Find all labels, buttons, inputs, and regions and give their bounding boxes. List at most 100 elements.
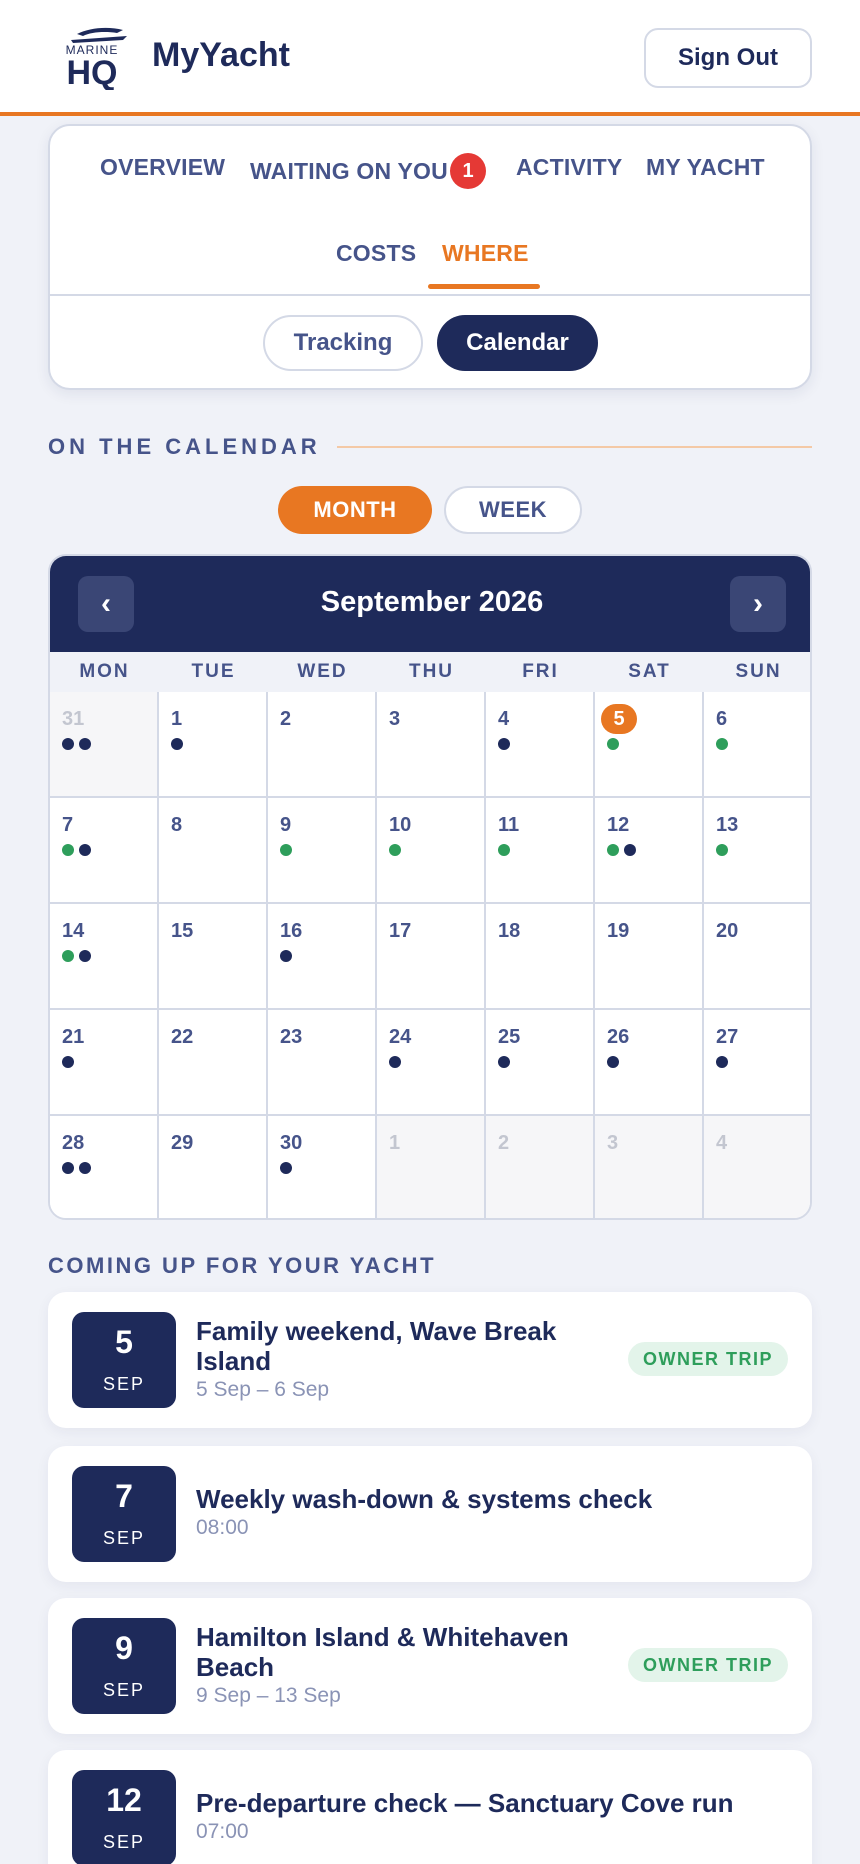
event-dots: [498, 738, 510, 750]
calendar-toggle-button[interactable]: Calendar: [437, 315, 598, 371]
event-title: Hamilton Island & Whitehaven: [196, 1622, 569, 1652]
calendar-day-cell[interactable]: 23: [268, 1010, 377, 1116]
tab-waiting-on-you[interactable]: WAITING ON YOU: [250, 158, 448, 185]
tab-where[interactable]: WHERE: [442, 240, 529, 267]
day-number: 2: [280, 708, 292, 730]
owner-trip-dot: [607, 844, 619, 856]
calendar-day-cell[interactable]: 1: [377, 1116, 486, 1218]
event-dots: [62, 844, 91, 856]
calendar-day-cell[interactable]: 28: [50, 1116, 159, 1218]
service-event-dot: [62, 738, 74, 750]
calendar-day-cell[interactable]: 4: [704, 1116, 810, 1218]
calendar-day-cell[interactable]: 25: [486, 1010, 595, 1116]
weekday-header-row: MON TUE WED THU FRI SAT SUN: [50, 652, 810, 692]
calendar-day-cell[interactable]: 31: [50, 692, 159, 798]
calendar-day-cell[interactable]: 4: [486, 692, 595, 798]
day-number: 8: [171, 814, 183, 836]
tab-my-yacht[interactable]: MY YACHT: [646, 154, 765, 181]
calendar-day-cell[interactable]: 2: [486, 1116, 595, 1218]
calendar-day-cell[interactable]: 26: [595, 1010, 704, 1116]
calendar-month-title: September 2026: [320, 586, 544, 618]
day-number: 18: [498, 920, 521, 942]
owner-trip-badge: OWNER TRIP: [628, 1342, 788, 1376]
week-view-button[interactable]: WEEK: [444, 486, 582, 534]
event-day: 5: [115, 1324, 133, 1360]
calendar-day-cell[interactable]: 8: [159, 798, 268, 904]
day-number: 3: [607, 1132, 619, 1154]
service-event-dot: [79, 738, 91, 750]
waiting-count-badge: 1: [450, 153, 486, 189]
calendar-day-cell[interactable]: 27: [704, 1010, 810, 1116]
sign-out-button[interactable]: Sign Out: [644, 28, 812, 88]
section-divider-line: [337, 446, 812, 448]
calendar-day-cell[interactable]: 6: [704, 692, 810, 798]
day-number: 17: [389, 920, 412, 942]
event-dots: [171, 738, 183, 750]
calendar-day-cell[interactable]: 12: [595, 798, 704, 904]
event-card[interactable]: 7 SEP Weekly wash-down & systems check 0…: [48, 1446, 812, 1582]
event-day: 7: [115, 1478, 133, 1514]
event-day: 9: [115, 1630, 133, 1666]
calendar-day-cell[interactable]: 5: [595, 692, 704, 798]
day-number: 3: [389, 708, 401, 730]
event-card[interactable]: 5 SEP Family weekend, Wave Break Island …: [48, 1292, 812, 1428]
service-event-dot: [498, 738, 510, 750]
event-title-line-2: Island: [196, 1346, 272, 1376]
calendar-day-cell[interactable]: 18: [486, 904, 595, 1010]
day-number: 1: [389, 1132, 401, 1154]
calendar-day-cell[interactable]: 1: [159, 692, 268, 798]
event-card[interactable]: 12 SEP Pre-departure check — Sanctuary C…: [48, 1750, 812, 1864]
calendar-day-cell[interactable]: 16: [268, 904, 377, 1010]
service-event-dot: [389, 1056, 401, 1068]
event-card[interactable]: 9 SEP Hamilton Island & Whitehaven Beach…: [48, 1598, 812, 1734]
calendar-day-cell[interactable]: 2: [268, 692, 377, 798]
tracking-toggle-button[interactable]: Tracking: [263, 315, 423, 371]
owner-trip-dot: [62, 950, 74, 962]
app-header: MARINE HQ MyYacht Sign Out: [0, 0, 860, 116]
service-event-dot: [79, 844, 91, 856]
event-dots: [498, 844, 510, 856]
day-number: 15: [171, 920, 194, 942]
service-event-dot: [624, 844, 636, 856]
event-month: SEP: [102, 1374, 146, 1394]
calendar-day-cell[interactable]: 30: [268, 1116, 377, 1218]
month-view-button[interactable]: MONTH: [278, 486, 432, 534]
day-number: 10: [389, 814, 412, 836]
tab-costs[interactable]: COSTS: [336, 240, 416, 267]
calendar-day-cell[interactable]: 3: [377, 692, 486, 798]
month-calendar: ‹ September 2026 › MON TUE WED THU FRI S…: [48, 554, 812, 1220]
day-number: 23: [280, 1026, 303, 1048]
calendar-day-cell[interactable]: 3: [595, 1116, 704, 1218]
event-title-line-2: Beach: [196, 1652, 275, 1682]
calendar-day-cell[interactable]: 13: [704, 798, 810, 904]
service-event-dot: [280, 950, 292, 962]
calendar-day-cell[interactable]: 15: [159, 904, 268, 1010]
calendar-day-cell[interactable]: 19: [595, 904, 704, 1010]
calendar-day-cell[interactable]: 9: [268, 798, 377, 904]
event-dots: [62, 1056, 74, 1068]
calendar-day-cell[interactable]: 29: [159, 1116, 268, 1218]
calendar-day-cell[interactable]: 20: [704, 904, 810, 1010]
owner-trip-dot: [607, 738, 619, 750]
calendar-day-cell[interactable]: 24: [377, 1010, 486, 1116]
today-day-number: 5: [601, 704, 637, 734]
calendar-day-cell[interactable]: 17: [377, 904, 486, 1010]
calendar-day-cell[interactable]: 7: [50, 798, 159, 904]
app-title: MyYacht: [152, 36, 290, 74]
day-number: 24: [389, 1026, 412, 1048]
day-number: 27: [716, 1026, 739, 1048]
day-number: 1: [171, 708, 183, 730]
next-month-button[interactable]: ›: [730, 576, 786, 632]
calendar-day-cell[interactable]: 21: [50, 1010, 159, 1116]
service-event-dot: [716, 1056, 728, 1068]
calendar-day-cell[interactable]: 11: [486, 798, 595, 904]
marine-hq-logo[interactable]: MARINE HQ: [47, 26, 137, 90]
weekday-label: MON: [79, 661, 130, 682]
tab-overview[interactable]: OVERVIEW: [100, 154, 225, 181]
event-date-box: 9 SEP: [72, 1618, 176, 1714]
calendar-day-cell[interactable]: 10: [377, 798, 486, 904]
calendar-day-cell[interactable]: 22: [159, 1010, 268, 1116]
day-number: 31: [62, 708, 85, 730]
calendar-day-cell[interactable]: 14: [50, 904, 159, 1010]
tab-activity[interactable]: ACTIVITY: [516, 154, 622, 181]
